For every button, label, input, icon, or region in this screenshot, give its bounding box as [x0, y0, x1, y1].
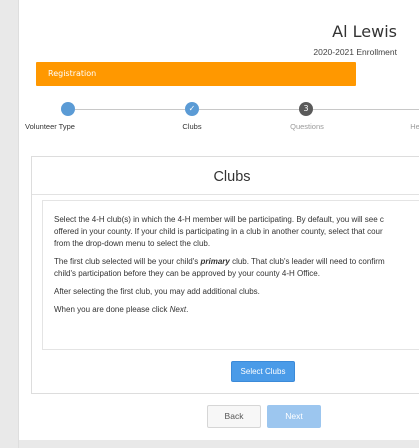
- card-title: Clubs: [213, 169, 251, 185]
- instruction-text: After selecting the first club, you may …: [54, 287, 260, 296]
- next-emphasis: Next: [169, 305, 187, 314]
- step-label-volunteer-type: Volunteer Type: [25, 122, 75, 131]
- step-label-questions: Questions: [290, 122, 324, 131]
- step-label-next-step: He: [410, 122, 419, 131]
- step-label-clubs: Clubs: [182, 122, 202, 131]
- instruction-text: child's participation before they can be…: [54, 269, 320, 278]
- enrollment-year: 2020-2021 Enrollment: [313, 47, 397, 57]
- primary-emphasis: primary: [200, 257, 230, 266]
- primary-club-text: The first club selected will be your chi…: [54, 257, 385, 266]
- step-connector: [75, 109, 185, 110]
- back-button[interactable]: Back: [207, 405, 261, 428]
- checkmark-icon: ✓: [188, 104, 196, 113]
- instructions-panel: Select the 4-H club(s) in which the 4-H …: [42, 200, 419, 350]
- step-1-circle[interactable]: [61, 102, 75, 116]
- select-clubs-button[interactable]: Select Clubs: [231, 361, 295, 382]
- done-text: When you are done please click Next.: [54, 305, 189, 314]
- page-footer-gap: [19, 440, 419, 448]
- step-2-circle[interactable]: ✓: [185, 102, 199, 116]
- registration-bar: Registration: [36, 62, 356, 86]
- step-connector: [199, 109, 299, 110]
- next-button[interactable]: Next: [267, 405, 321, 428]
- step-connector: [313, 109, 419, 110]
- step-3-circle: 3: [299, 102, 313, 116]
- progress-stepper: ✓ 3 Volunteer Type Clubs Questions He: [19, 95, 419, 135]
- clubs-card: Clubs Select the 4-H club(s) in which th…: [31, 156, 419, 394]
- instruction-text: from the drop-down menu to select the cl…: [54, 239, 211, 248]
- enrollment-page: Al Lewis 2020-2021 Enrollment Registrati…: [18, 0, 419, 448]
- student-name: Al Lewis: [332, 22, 397, 41]
- instruction-text: offered in your county. If your child is…: [54, 227, 383, 236]
- instruction-text: Select the 4-H club(s) in which the 4-H …: [54, 215, 384, 224]
- divider: [32, 194, 419, 195]
- registration-label: Registration: [48, 69, 97, 78]
